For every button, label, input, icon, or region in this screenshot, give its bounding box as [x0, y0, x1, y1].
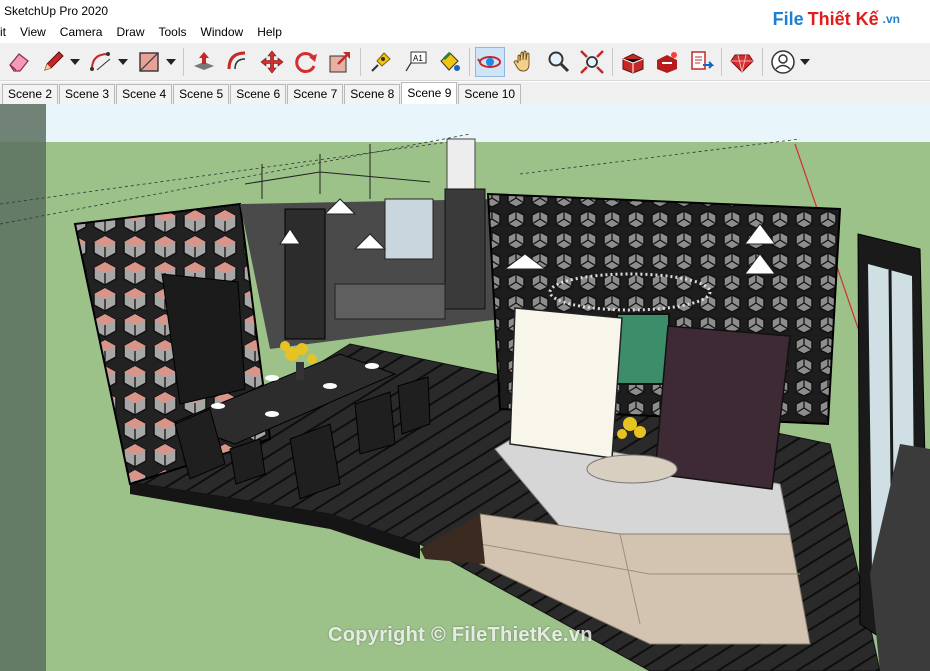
orbit-icon	[477, 55, 501, 68]
toolbar-separator	[762, 47, 763, 76]
pencil-dropdown[interactable]	[68, 47, 82, 77]
menu-view[interactable]: View	[13, 22, 53, 42]
tab-scene-3[interactable]: Scene 3	[59, 84, 116, 104]
text-tool-label: A1	[413, 54, 423, 63]
push-pull-button[interactable]	[189, 47, 219, 77]
rectangle-dropdown[interactable]	[164, 47, 178, 77]
tab-scene-4[interactable]: Scene 4	[116, 84, 173, 104]
orbit-button[interactable]	[475, 46, 505, 77]
coffee-table	[586, 454, 678, 484]
tape-measure-button[interactable]	[366, 47, 396, 77]
scene-tabs: Scene 2 Scene 3 Scene 4 Scene 5 Scene 6 …	[0, 82, 930, 104]
zoom-icon	[548, 51, 570, 72]
send-to-layout-icon	[691, 50, 714, 70]
menu-file[interactable]: it	[0, 22, 13, 42]
flower-vase	[296, 362, 304, 380]
pencil-icon	[44, 50, 64, 71]
model-viewport[interactable]	[0, 104, 930, 671]
tab-scene-6[interactable]: Scene 6	[230, 84, 287, 104]
tv-screen	[616, 313, 670, 385]
model-scene	[0, 104, 930, 671]
arc-dropdown[interactable]	[116, 47, 130, 77]
tab-scene-5[interactable]: Scene 5	[173, 84, 230, 104]
text-button[interactable]: A1	[400, 47, 430, 77]
rectangle-button[interactable]	[134, 47, 164, 77]
arc-icon	[90, 51, 111, 71]
menu-camera[interactable]: Camera	[53, 22, 110, 42]
menu-bar: it View Camera Draw Tools Window Help	[0, 22, 930, 42]
warehouse-icon	[622, 52, 644, 74]
offset-icon	[227, 51, 246, 69]
chevron-down-icon	[70, 58, 80, 65]
pencil-button[interactable]	[38, 47, 68, 77]
account-icon	[771, 49, 795, 74]
menu-tools[interactable]: Tools	[152, 22, 194, 42]
toolbar-separator	[612, 47, 613, 76]
scale-button[interactable]	[325, 47, 355, 77]
chevron-down-icon	[800, 58, 810, 65]
push-pull-icon	[194, 51, 214, 70]
window-title: SketchUp Pro 2020	[4, 4, 109, 18]
extension-warehouse-icon	[657, 51, 677, 73]
tape-measure-icon	[371, 51, 391, 72]
tab-scene-7[interactable]: Scene 7	[287, 84, 344, 104]
ceiling-panel	[446, 138, 476, 190]
tall-cabinet	[444, 188, 486, 310]
zoom-extents-icon	[580, 49, 604, 74]
zoom-button[interactable]	[543, 47, 573, 77]
paint-bucket-icon	[440, 51, 460, 71]
text-icon: A1	[405, 51, 427, 71]
chevron-down-icon	[166, 58, 176, 65]
pan-button[interactable]	[509, 47, 539, 77]
menu-help[interactable]: Help	[250, 22, 289, 42]
eraser-icon	[9, 52, 29, 72]
sky	[0, 104, 930, 144]
title-bar: SketchUp Pro 2020 File Thiết Kế .vn	[0, 0, 930, 29]
toolbar-separator	[721, 47, 722, 76]
warehouse-button[interactable]	[618, 47, 648, 77]
toolbar-separator	[469, 47, 470, 76]
send-to-layout-button[interactable]	[686, 47, 716, 77]
tab-scene-9[interactable]: Scene 9	[401, 82, 458, 104]
pan-icon	[513, 50, 530, 71]
arc-button[interactable]	[86, 47, 116, 77]
tab-scene-2[interactable]: Scene 2	[2, 84, 59, 104]
ruby-console-button[interactable]	[727, 47, 757, 77]
toolbar-separator	[360, 47, 361, 76]
left-wall-shadow	[0, 104, 46, 671]
move-button[interactable]	[257, 47, 287, 77]
account-dropdown[interactable]	[798, 47, 812, 77]
main-toolbar: A1	[0, 43, 930, 81]
eraser-button[interactable]	[4, 47, 34, 77]
kitchen-counter	[334, 283, 446, 320]
doorway	[284, 208, 326, 340]
tab-scene-10[interactable]: Scene 10	[458, 84, 522, 104]
chevron-down-icon	[118, 58, 128, 65]
move-icon	[260, 50, 284, 73]
zoom-extents-button[interactable]	[577, 47, 607, 77]
menu-draw[interactable]: Draw	[109, 22, 151, 42]
rectangle-icon	[139, 51, 159, 72]
rotate-button[interactable]	[291, 47, 321, 77]
account-button[interactable]	[768, 47, 798, 77]
toolbar-separator	[183, 47, 184, 76]
extension-warehouse-button[interactable]	[652, 47, 682, 77]
ruby-icon	[730, 54, 754, 73]
tab-scene-8[interactable]: Scene 8	[344, 84, 401, 104]
white-canvas-panel	[509, 307, 623, 459]
rotate-icon	[295, 51, 317, 73]
scale-icon	[329, 51, 350, 72]
copyright-watermark: Copyright © FileThietKe.vn	[328, 624, 593, 646]
menu-window[interactable]: Window	[194, 22, 251, 42]
paint-bucket-button[interactable]	[434, 47, 464, 77]
offset-button[interactable]	[223, 47, 253, 77]
window-glass	[384, 198, 434, 260]
